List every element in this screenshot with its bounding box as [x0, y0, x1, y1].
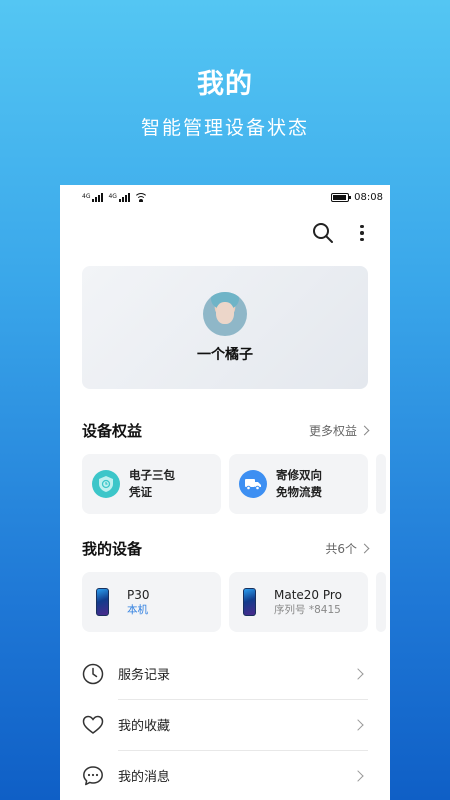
- chevron-right-icon: [352, 769, 364, 782]
- phone-screen: 4G 4G 08:08 一个橘子 设备权益 更多权益 电子三包 凭证 寄修双向 …: [60, 185, 390, 800]
- phone-device-icon: [96, 588, 109, 616]
- more-benefits-link[interactable]: 更多权益: [309, 422, 370, 439]
- devices-title: 我的设备: [82, 539, 143, 558]
- all-devices-link[interactable]: 共6个: [325, 540, 370, 557]
- more-options-button[interactable]: [352, 221, 372, 245]
- profile-card[interactable]: 一个橘子: [82, 266, 368, 389]
- clock-icon: [82, 663, 104, 685]
- shield-clock-icon: [92, 470, 120, 498]
- status-bar: 4G 4G 08:08: [60, 185, 390, 209]
- benefits-header: 设备权益 更多权益: [82, 418, 370, 442]
- devices-header: 我的设备 共6个: [82, 536, 370, 560]
- chevron-right-icon: [352, 667, 364, 680]
- device-card-peek[interactable]: [376, 572, 386, 632]
- devices-row: P30 本机 Mate20 Pro 序列号 *8415: [82, 572, 386, 632]
- menu-list: 服务记录 我的收藏 我的消息: [82, 648, 368, 800]
- heart-icon: [82, 714, 104, 736]
- benefit-card-peek[interactable]: [376, 454, 386, 514]
- menu-item-favorites[interactable]: 我的收藏: [82, 699, 368, 750]
- user-name: 一个橘子: [197, 347, 253, 363]
- benefits-title: 设备权益: [82, 421, 143, 440]
- device-card-p30[interactable]: P30 本机: [82, 572, 221, 632]
- avatar[interactable]: [203, 292, 247, 336]
- more-vertical-icon: [360, 224, 364, 229]
- signal-sim2-icon: 4G: [108, 192, 130, 202]
- benefit-card-free-shipping[interactable]: 寄修双向 免物流费: [229, 454, 368, 514]
- wifi-icon: [134, 192, 147, 202]
- phone-device-icon: [243, 588, 256, 616]
- promo-title: 我的: [197, 69, 253, 100]
- status-time: 08:08: [354, 191, 383, 203]
- menu-item-messages[interactable]: 我的消息: [82, 750, 368, 800]
- battery-icon: [331, 192, 352, 202]
- message-icon: [82, 765, 104, 787]
- benefit-card-warranty[interactable]: 电子三包 凭证: [82, 454, 221, 514]
- search-button[interactable]: [311, 221, 335, 245]
- menu-item-service-records[interactable]: 服务记录: [82, 648, 368, 699]
- chevron-right-icon: [352, 718, 364, 731]
- chevron-right-icon: [359, 425, 370, 435]
- delivery-truck-icon: [239, 470, 267, 498]
- chevron-right-icon: [359, 543, 370, 553]
- device-card-mate20-pro[interactable]: Mate20 Pro 序列号 *8415: [229, 572, 368, 632]
- signal-indicators: 4G 4G: [82, 192, 147, 202]
- toolbar: [60, 209, 390, 257]
- signal-sim1-icon: 4G: [82, 192, 104, 202]
- promo-subtitle: 智能管理设备状态: [140, 117, 309, 139]
- search-icon: [313, 223, 333, 243]
- benefits-row: 电子三包 凭证 寄修双向 免物流费: [82, 454, 386, 514]
